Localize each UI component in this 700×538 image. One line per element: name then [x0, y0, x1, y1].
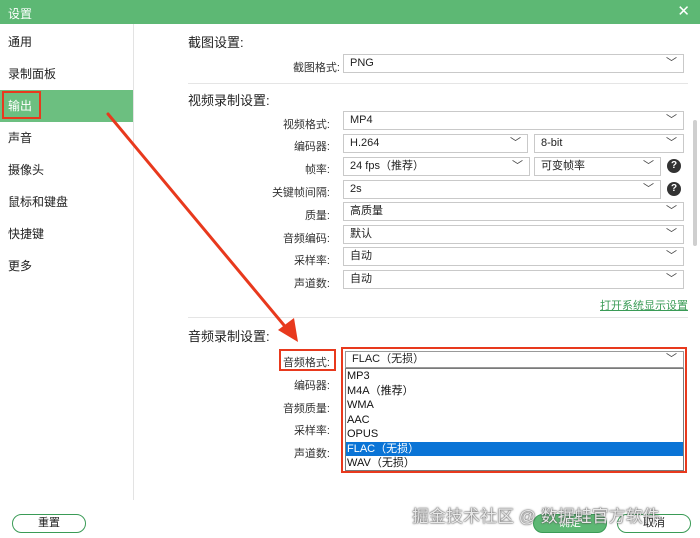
- sidebar-item-label: 声音: [8, 131, 33, 145]
- dropdown-option[interactable]: MP3: [346, 369, 683, 383]
- sidebar-item-output[interactable]: 输出: [0, 90, 133, 122]
- audio-quality-label: 音频质量:: [282, 403, 330, 415]
- audio-codec-value: 默认: [350, 228, 372, 240]
- sidebar-item-mouse-keyboard[interactable]: 鼠标和键盘: [0, 186, 133, 218]
- sidebar-item-label: 通用: [8, 35, 33, 49]
- dropdown-option[interactable]: WAV（无损）: [346, 456, 683, 470]
- window-title: 设置: [8, 7, 33, 21]
- cancel-button[interactable]: 取消: [617, 514, 691, 533]
- framerate-help-icon[interactable]: ?: [667, 159, 681, 173]
- chevron-down-icon: ﹀: [510, 137, 521, 149]
- audio-section-heading: 音频录制设置:: [188, 329, 270, 344]
- sidebar-item-label: 快捷键: [8, 227, 45, 241]
- audio-format-dropdown: MP3 M4A（推荐） WMA AAC OPUS FLAC（无损） WAV（无损…: [345, 368, 684, 471]
- audio-codec-label: 音频编码:: [282, 233, 330, 245]
- sidebar-item-general[interactable]: 通用: [0, 26, 133, 58]
- sidebar-item-label: 输出: [8, 99, 33, 113]
- keyframe-interval-select[interactable]: 2s ﹀: [343, 180, 661, 199]
- ok-button[interactable]: 确定: [533, 514, 607, 533]
- audio-encoder-label: 编码器:: [293, 380, 330, 392]
- sidebar: 通用 录制面板 输出 声音 摄像头 鼠标和键盘 快捷键 更多: [0, 24, 134, 500]
- sidebar-item-camera[interactable]: 摄像头: [0, 154, 133, 186]
- dropdown-option-selected[interactable]: FLAC（无损）: [346, 441, 683, 456]
- video-channels-value: 自动: [350, 273, 372, 285]
- sidebar-item-sound[interactable]: 声音: [0, 122, 133, 154]
- video-samplerate-label: 采样率:: [293, 255, 330, 267]
- scrollbar[interactable]: [693, 120, 697, 246]
- keyframe-interval-label: 关键帧间隔:: [271, 187, 330, 199]
- chevron-down-icon: ﹀: [666, 114, 677, 126]
- quality-label: 质量:: [304, 210, 330, 222]
- chevron-down-icon: ﹀: [666, 273, 677, 285]
- video-encoder-value: H.264: [350, 137, 380, 149]
- keyframe-help-icon[interactable]: ?: [667, 182, 681, 196]
- divider: [188, 317, 688, 318]
- title-bar: 设置 ✕: [0, 0, 700, 24]
- screenshot-format-select[interactable]: PNG ﹀: [343, 54, 684, 73]
- bitdepth-value: 8-bit: [541, 137, 563, 149]
- chevron-down-icon: ﹀: [666, 205, 677, 217]
- close-icon[interactable]: ✕: [677, 2, 690, 20]
- framerate-mode-value: 可变帧率: [541, 160, 585, 172]
- dropdown-option[interactable]: AAC: [346, 413, 683, 427]
- audio-samplerate-label: 采样率:: [293, 425, 330, 437]
- video-format-select[interactable]: MP4 ﹀: [343, 111, 684, 130]
- sidebar-item-label: 更多: [8, 259, 33, 273]
- video-format-value: MP4: [350, 114, 373, 126]
- chevron-down-icon: ﹀: [666, 353, 677, 365]
- video-section-heading: 视频录制设置:: [188, 93, 270, 108]
- video-samplerate-value: 自动: [350, 250, 372, 262]
- dropdown-option[interactable]: OPUS: [346, 427, 683, 441]
- audio-channels-label: 声道数:: [293, 448, 330, 460]
- reset-button[interactable]: 重置: [12, 514, 86, 533]
- video-encoder-label: 编码器:: [293, 141, 330, 153]
- video-encoder-select[interactable]: H.264 ﹀: [343, 134, 528, 153]
- video-channels-label: 声道数:: [293, 278, 330, 290]
- chevron-down-icon: ﹀: [666, 250, 677, 262]
- divider: [188, 83, 688, 84]
- sidebar-item-label: 鼠标和键盘: [8, 195, 69, 209]
- screenshot-format-label: 截图格式:: [292, 62, 340, 74]
- dropdown-option[interactable]: WMA: [346, 398, 683, 412]
- chevron-down-icon: ﹀: [666, 228, 677, 240]
- framerate-mode-select[interactable]: 可变帧率 ﹀: [534, 157, 661, 176]
- video-format-label: 视频格式:: [282, 119, 330, 131]
- sidebar-item-hotkeys[interactable]: 快捷键: [0, 218, 133, 250]
- sidebar-item-more[interactable]: 更多: [0, 250, 133, 282]
- keyframe-interval-value: 2s: [350, 183, 362, 195]
- video-samplerate-select[interactable]: 自动 ﹀: [343, 247, 684, 266]
- chevron-down-icon: ﹀: [666, 137, 677, 149]
- sidebar-item-label: 录制面板: [8, 67, 57, 81]
- quality-value: 高质量: [350, 205, 383, 217]
- sidebar-item-record-panel[interactable]: 录制面板: [0, 58, 133, 90]
- bitdepth-select[interactable]: 8-bit ﹀: [534, 134, 684, 153]
- screenshot-section-heading: 截图设置:: [188, 35, 244, 50]
- dropdown-option[interactable]: M4A（推荐）: [346, 384, 683, 398]
- chevron-down-icon: ﹀: [512, 160, 523, 172]
- framerate-select[interactable]: 24 fps（推荐） ﹀: [343, 157, 530, 176]
- audio-format-label: 音频格式:: [282, 357, 330, 369]
- chevron-down-icon: ﹀: [643, 160, 654, 172]
- audio-format-value: FLAC（无损）: [352, 353, 425, 365]
- audio-codec-select[interactable]: 默认 ﹀: [343, 225, 684, 244]
- open-display-settings-link[interactable]: 打开系统显示设置: [600, 297, 688, 313]
- sidebar-item-label: 摄像头: [8, 163, 45, 177]
- framerate-label: 帧率:: [304, 164, 330, 176]
- quality-select[interactable]: 高质量 ﹀: [343, 202, 684, 221]
- footer: 重置 确定 取消: [0, 500, 700, 538]
- framerate-value: 24 fps（推荐）: [350, 160, 424, 172]
- chevron-down-icon: ﹀: [643, 183, 654, 195]
- screenshot-format-value: PNG: [350, 57, 374, 69]
- chevron-down-icon: ﹀: [666, 57, 677, 69]
- audio-format-select[interactable]: FLAC（无损） ﹀: [345, 351, 684, 368]
- video-channels-select[interactable]: 自动 ﹀: [343, 270, 684, 289]
